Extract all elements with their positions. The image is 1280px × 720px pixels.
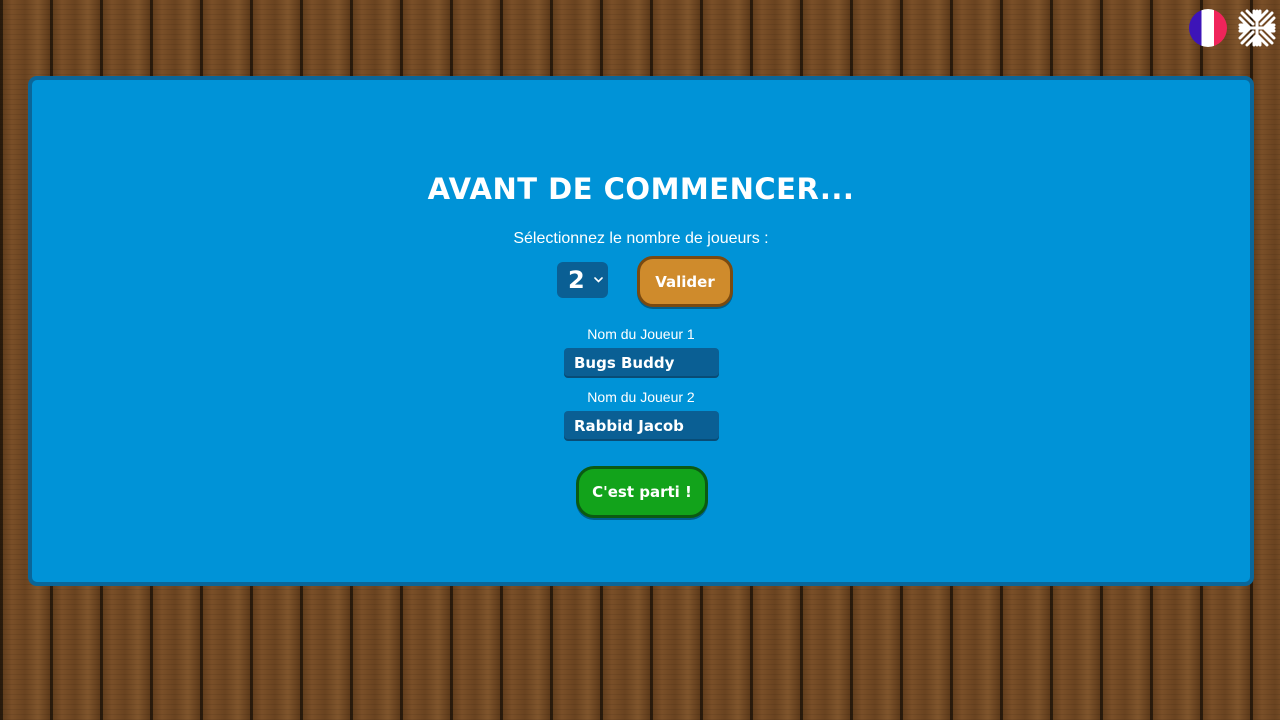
player-1-label: Nom du Joueur 1: [587, 326, 695, 342]
setup-panel: AVANT DE COMMENCER... Sélectionnez le no…: [28, 76, 1254, 586]
player-count-select[interactable]: 2: [557, 262, 608, 298]
flag-uk-icon[interactable]: [1238, 9, 1276, 47]
player-2-label: Nom du Joueur 2: [587, 389, 695, 405]
player-count-prompt: Sélectionnez le nombre de joueurs :: [513, 230, 769, 247]
validate-button[interactable]: Valider: [637, 256, 733, 307]
player-count-value: 2: [568, 266, 585, 294]
player-2-name-input[interactable]: Rabbid Jacob: [564, 411, 719, 441]
player-1-name-input[interactable]: Bugs Buddy: [564, 348, 719, 378]
page-title: AVANT DE COMMENCER...: [427, 172, 855, 206]
flag-fr-icon[interactable]: [1189, 9, 1227, 47]
chevron-down-icon: [594, 277, 603, 283]
language-selector: [1189, 9, 1276, 47]
start-game-button[interactable]: C'est parti !: [576, 466, 708, 518]
